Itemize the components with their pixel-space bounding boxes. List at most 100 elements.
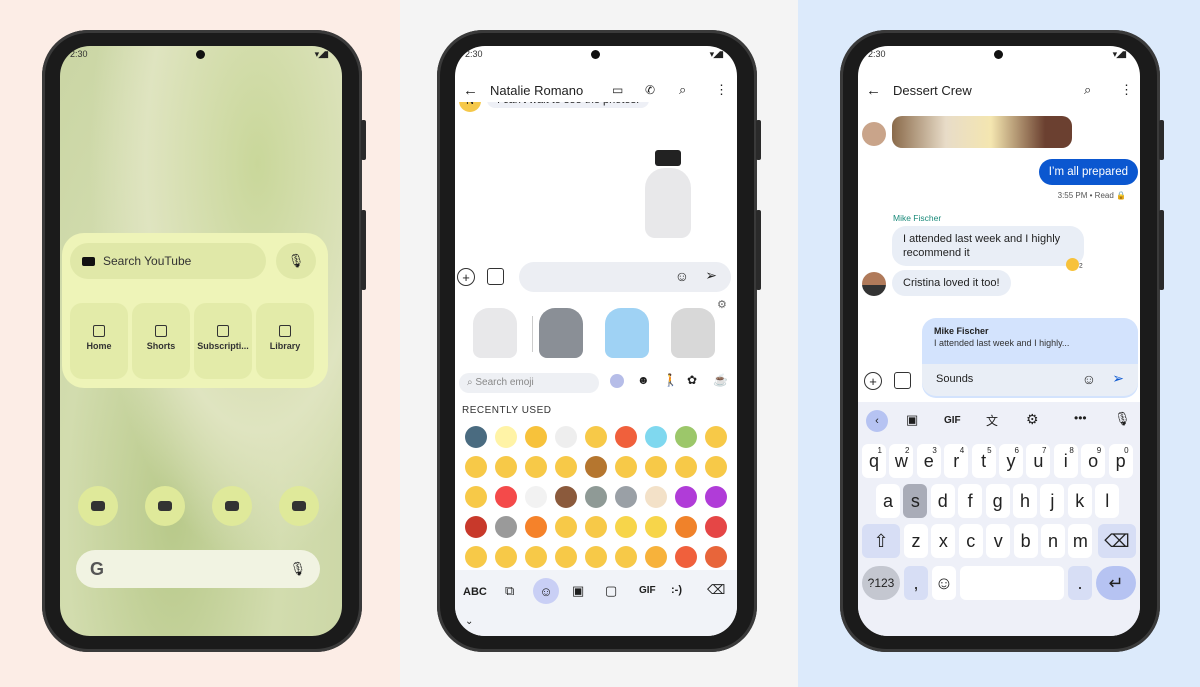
key-i[interactable]: i8 — [1053, 444, 1078, 478]
emoji-button[interactable] — [585, 426, 607, 448]
emoji-button[interactable] — [675, 426, 697, 448]
key-k[interactable]: k — [1067, 484, 1092, 518]
key-q[interactable]: q1 — [862, 444, 886, 478]
back-arrow-icon[interactable]: ← — [866, 82, 881, 99]
emoji-button[interactable] — [555, 426, 577, 448]
video-call-icon[interactable]: ▭ — [612, 83, 623, 97]
food-category-icon[interactable]: ☕ — [713, 373, 728, 387]
emoji-button[interactable] — [705, 546, 727, 568]
mic-icon[interactable]: 🎙 — [289, 561, 306, 577]
emoji-button[interactable] — [615, 516, 637, 538]
key-u[interactable]: u7 — [1026, 444, 1051, 478]
sticker-0[interactable] — [473, 308, 517, 358]
emoji-button[interactable] — [465, 546, 487, 568]
key-b[interactable]: b — [1013, 524, 1038, 558]
more-icon[interactable]: ••• — [1074, 411, 1087, 425]
dock-app-0[interactable] — [78, 486, 118, 526]
key-v[interactable]: v — [986, 524, 1011, 558]
chevron-down-icon[interactable]: ⌄ — [465, 616, 473, 627]
emoji-button[interactable] — [675, 456, 697, 478]
emoji-button[interactable] — [555, 456, 577, 478]
google-search-bar[interactable]: G 🎙 — [76, 550, 320, 588]
dock-app-3[interactable] — [279, 486, 319, 526]
emoji-button[interactable] — [675, 516, 697, 538]
more-icon[interactable]: ⋮ — [715, 82, 728, 98]
emoji-button[interactable] — [645, 546, 667, 568]
emoji-button[interactable] — [465, 486, 487, 508]
key-g[interactable]: g — [985, 484, 1010, 518]
emoji-button[interactable] — [495, 426, 517, 448]
sticker-tab-icon[interactable]: ▣ — [572, 583, 584, 599]
translate-icon[interactable]: 文 — [986, 412, 998, 429]
emoji-search-tab-icon[interactable]: ⧉ — [505, 583, 514, 599]
emoji-button[interactable] — [585, 456, 607, 478]
mic-button[interactable]: 🎙 — [276, 243, 316, 279]
emoji-button[interactable] — [615, 456, 637, 478]
enter-key[interactable]: ↵ — [1096, 566, 1136, 600]
bitmoji-tab-icon[interactable]: ▢ — [605, 583, 617, 599]
collapse-toolbar-button[interactable]: ‹ — [866, 410, 888, 432]
key-y[interactable]: y6 — [999, 444, 1023, 478]
emoji-button[interactable] — [525, 426, 547, 448]
emoji-button[interactable] — [645, 456, 667, 478]
emoji-button[interactable] — [585, 546, 607, 568]
key-c[interactable]: c — [958, 524, 983, 558]
emoji-button[interactable] — [525, 486, 547, 508]
emoji-icon[interactable]: ☺ — [1082, 371, 1096, 387]
space-key[interactable] — [960, 566, 1064, 600]
add-icon[interactable]: + — [457, 268, 475, 286]
emoji-button[interactable] — [525, 546, 547, 568]
shared-photo-strip[interactable] — [892, 116, 1072, 148]
emoji-button[interactable] — [705, 456, 727, 478]
emoji-button[interactable] — [615, 426, 637, 448]
back-arrow-icon[interactable]: ← — [463, 82, 478, 99]
send-icon[interactable]: ➢ — [1112, 370, 1124, 387]
key-t[interactable]: t5 — [971, 444, 996, 478]
emoji-tab[interactable]: ☺ — [533, 578, 559, 604]
tile-shorts[interactable]: Shorts — [132, 303, 190, 379]
emoji-button[interactable] — [705, 516, 727, 538]
animals-category-icon[interactable]: ✿ — [687, 373, 697, 387]
emoticon-tab[interactable]: :-) — [671, 584, 682, 596]
emoji-button[interactable] — [495, 516, 517, 538]
emoji-button[interactable] — [525, 456, 547, 478]
emoji-button[interactable] — [495, 456, 517, 478]
key-x[interactable]: x — [931, 524, 956, 558]
send-icon[interactable]: ➢ — [705, 267, 717, 284]
emoji-key[interactable]: ☺ — [932, 566, 956, 600]
key-n[interactable]: n — [1041, 524, 1065, 558]
gallery-icon[interactable] — [894, 372, 911, 389]
gallery-icon[interactable] — [487, 268, 504, 285]
search-icon[interactable]: ⌕ — [679, 82, 686, 98]
key-l[interactable]: l — [1095, 484, 1120, 518]
emoji-button[interactable] — [675, 546, 697, 568]
key-s[interactable]: s — [903, 484, 928, 518]
key-o[interactable]: o9 — [1081, 444, 1106, 478]
sticker-settings-icon[interactable]: ⚙ — [717, 298, 727, 311]
backspace-icon[interactable]: ⌫ — [707, 582, 725, 598]
tile-subscripti[interactable]: Subscripti... — [194, 303, 252, 379]
key-a[interactable]: a — [876, 484, 900, 518]
mic-icon[interactable]: 🎙 — [1114, 411, 1131, 427]
emoji-button[interactable] — [465, 426, 487, 448]
symbols-key[interactable]: ?123 — [862, 566, 900, 600]
emoji-button[interactable] — [525, 516, 547, 538]
key-m[interactable]: m — [1068, 524, 1093, 558]
emoji-button[interactable] — [615, 546, 637, 568]
gif-tab[interactable]: GIF — [639, 585, 656, 596]
emoji-button[interactable] — [645, 516, 667, 538]
recent-category-icon[interactable] — [610, 374, 624, 388]
key-p[interactable]: p0 — [1108, 444, 1133, 478]
period-key[interactable]: . — [1068, 566, 1092, 600]
key-f[interactable]: f — [958, 484, 983, 518]
people-category-icon[interactable]: 🚶 — [663, 373, 678, 387]
gif-button[interactable]: GIF — [944, 415, 961, 426]
shift-key[interactable]: ⇧ — [862, 524, 900, 558]
smileys-category-icon[interactable]: ☻ — [637, 373, 650, 387]
emoji-button[interactable] — [675, 486, 697, 508]
emoji-search-input[interactable]: ⌕ Search emoji — [459, 373, 599, 393]
emoji-button[interactable] — [645, 426, 667, 448]
emoji-button[interactable] — [465, 456, 487, 478]
emoji-button[interactable] — [705, 426, 727, 448]
tile-library[interactable]: Library — [256, 303, 314, 379]
